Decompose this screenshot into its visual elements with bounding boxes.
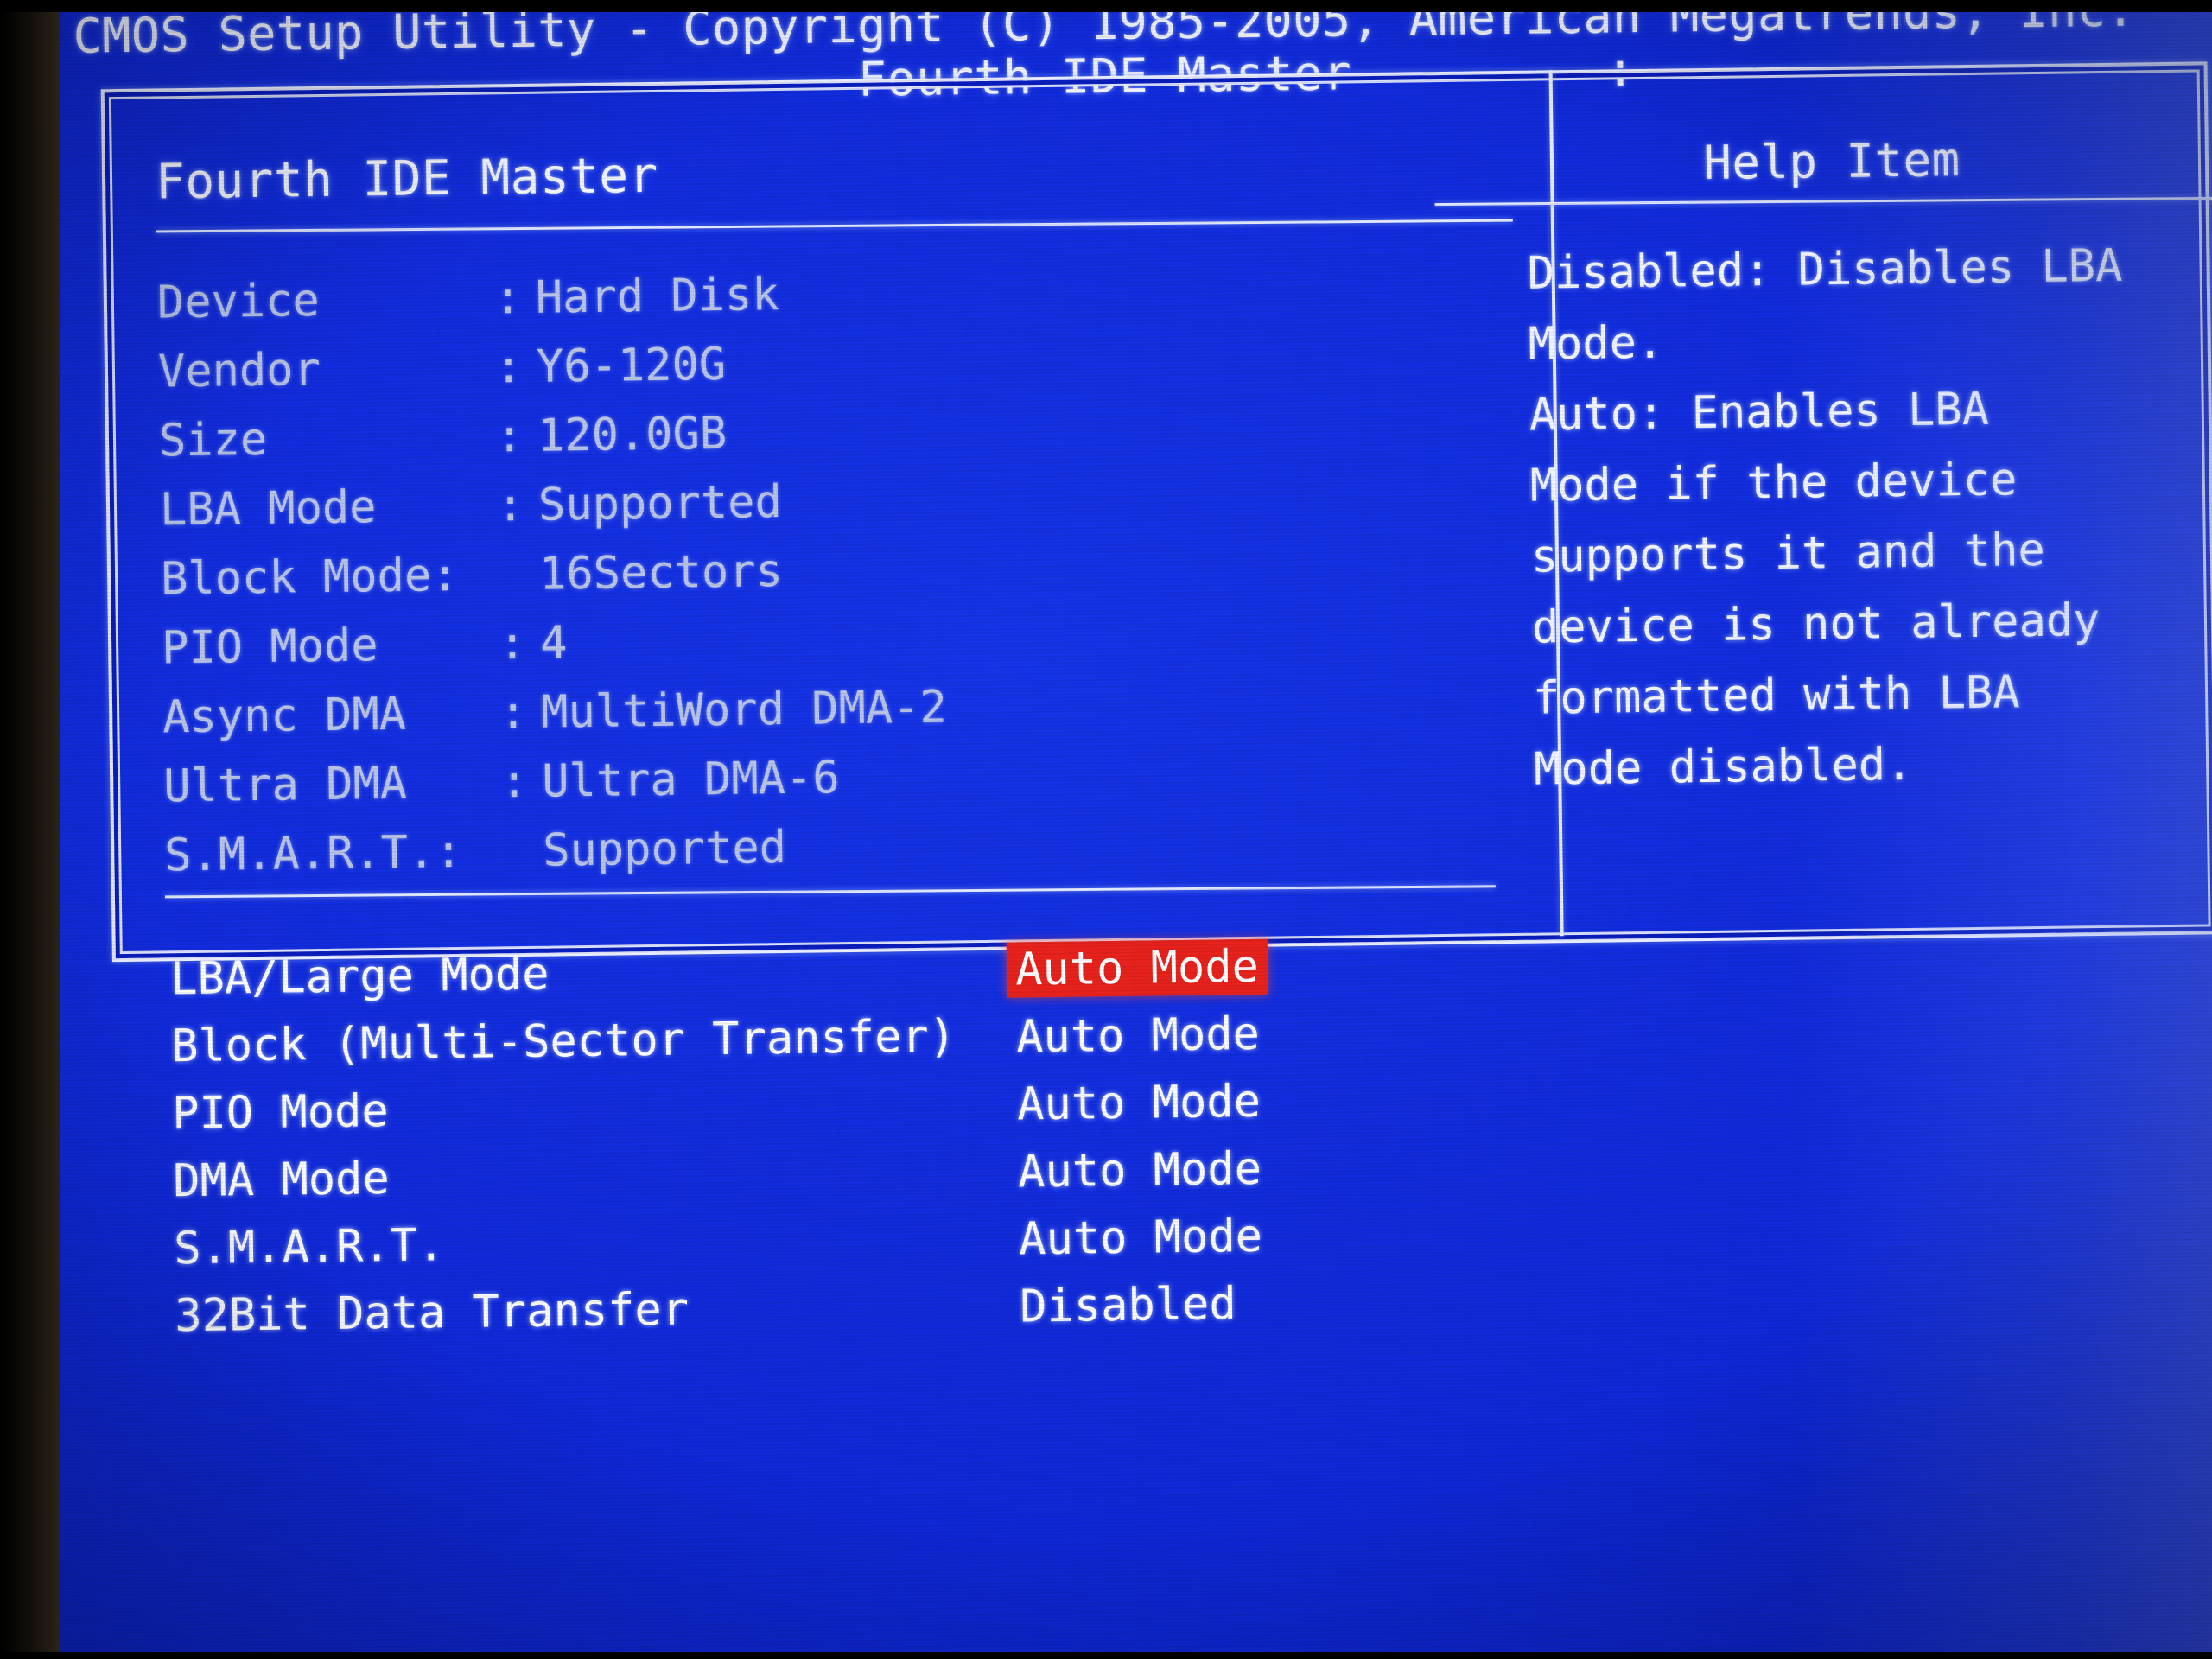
drive-info-label: LBA Mode xyxy=(159,481,377,537)
help-text-line: Auto: Enables LBA xyxy=(1529,383,1990,442)
page-title: Fourth IDE Master xyxy=(155,147,659,211)
help-text-line: device is not already xyxy=(1531,594,2101,654)
setting-value[interactable]: Auto Mode xyxy=(1010,1209,1272,1268)
help-text-line: formatted with LBA xyxy=(1532,666,2020,725)
drive-info-label: PIO Mode xyxy=(161,620,378,675)
setting-label: S.M.A.R.T. xyxy=(173,1219,445,1275)
drive-info-separator: : xyxy=(496,479,524,532)
drive-info-value: Y6-120G xyxy=(536,338,727,393)
footer-bar: ↑↓↔:Move Enter:Select +/-/:Value F10:Sav… xyxy=(0,851,2212,1088)
help-text-line: Disabled: Disables LBA xyxy=(1527,239,2123,300)
help-text-line: Mode disabled. xyxy=(1533,738,1913,796)
drive-info-separator: : xyxy=(499,686,527,740)
drive-info-separator: : xyxy=(493,271,522,325)
drive-info-label: Device xyxy=(156,274,321,329)
drive-info-value: Supported xyxy=(542,821,787,877)
drive-info-value: 4 xyxy=(539,617,568,670)
setting-value[interactable]: Auto Mode xyxy=(1008,1074,1270,1133)
setting-row[interactable]: DMA Mode Auto Mode xyxy=(173,1143,1262,1223)
drive-info-label: S.M.A.R.T.: xyxy=(163,825,463,882)
setting-row[interactable]: PIO Mode Auto Mode xyxy=(172,1076,1261,1155)
help-text-line: supports it and the xyxy=(1530,524,2046,583)
drive-info-value: 16Sectors xyxy=(538,545,784,601)
drive-info-value: 120.0GB xyxy=(537,407,728,462)
setting-label: DMA Mode xyxy=(172,1153,391,1208)
setting-value[interactable]: Disabled xyxy=(1011,1276,1245,1335)
drive-info-label: Block Mode: xyxy=(160,549,459,606)
setting-label: PIO Mode xyxy=(171,1085,390,1141)
setting-value[interactable]: Auto Mode xyxy=(1009,1141,1271,1200)
crt-photo: CMOS Setup Utility - Copyright (C) 1985-… xyxy=(0,0,2212,1659)
setting-label: 32Bit Data Transfer xyxy=(174,1283,690,1343)
help-text-line: Mode. xyxy=(1528,316,1664,371)
drive-info-separator: : xyxy=(499,755,528,809)
setting-row[interactable]: S.M.A.R.T. Auto Mode xyxy=(174,1211,1262,1290)
drive-info-value: MultiWord DMA-2 xyxy=(540,681,948,739)
monitor-bezel-top xyxy=(0,0,2212,12)
monitor-bezel-bottom xyxy=(0,1652,2212,1659)
drive-info-label: Vendor xyxy=(157,343,321,398)
drive-info-separator: : xyxy=(498,617,526,671)
monitor-bezel-left xyxy=(0,0,60,1659)
drive-info-value: Supported xyxy=(537,476,783,531)
help-panel-text: Disabled: Disables LBA Mode. Auto: Enables… xyxy=(1527,228,2212,805)
drive-info-value: Hard Disk xyxy=(535,269,780,324)
help-panel-title: Help Item xyxy=(1702,132,1961,191)
drive-info-separator: : xyxy=(494,340,523,394)
drive-info-label: Ultra DMA xyxy=(162,757,408,813)
drive-info-label: Async DMA xyxy=(162,688,407,744)
drive-info-separator: : xyxy=(495,410,524,463)
help-text-line: Mode if the device xyxy=(1529,454,2018,512)
drive-info-value: Ultra DMA-6 xyxy=(541,752,840,808)
drive-info-label: Size xyxy=(158,413,268,467)
bios-screen: CMOS Setup Utility - Copyright (C) 1985-… xyxy=(0,0,2212,1659)
